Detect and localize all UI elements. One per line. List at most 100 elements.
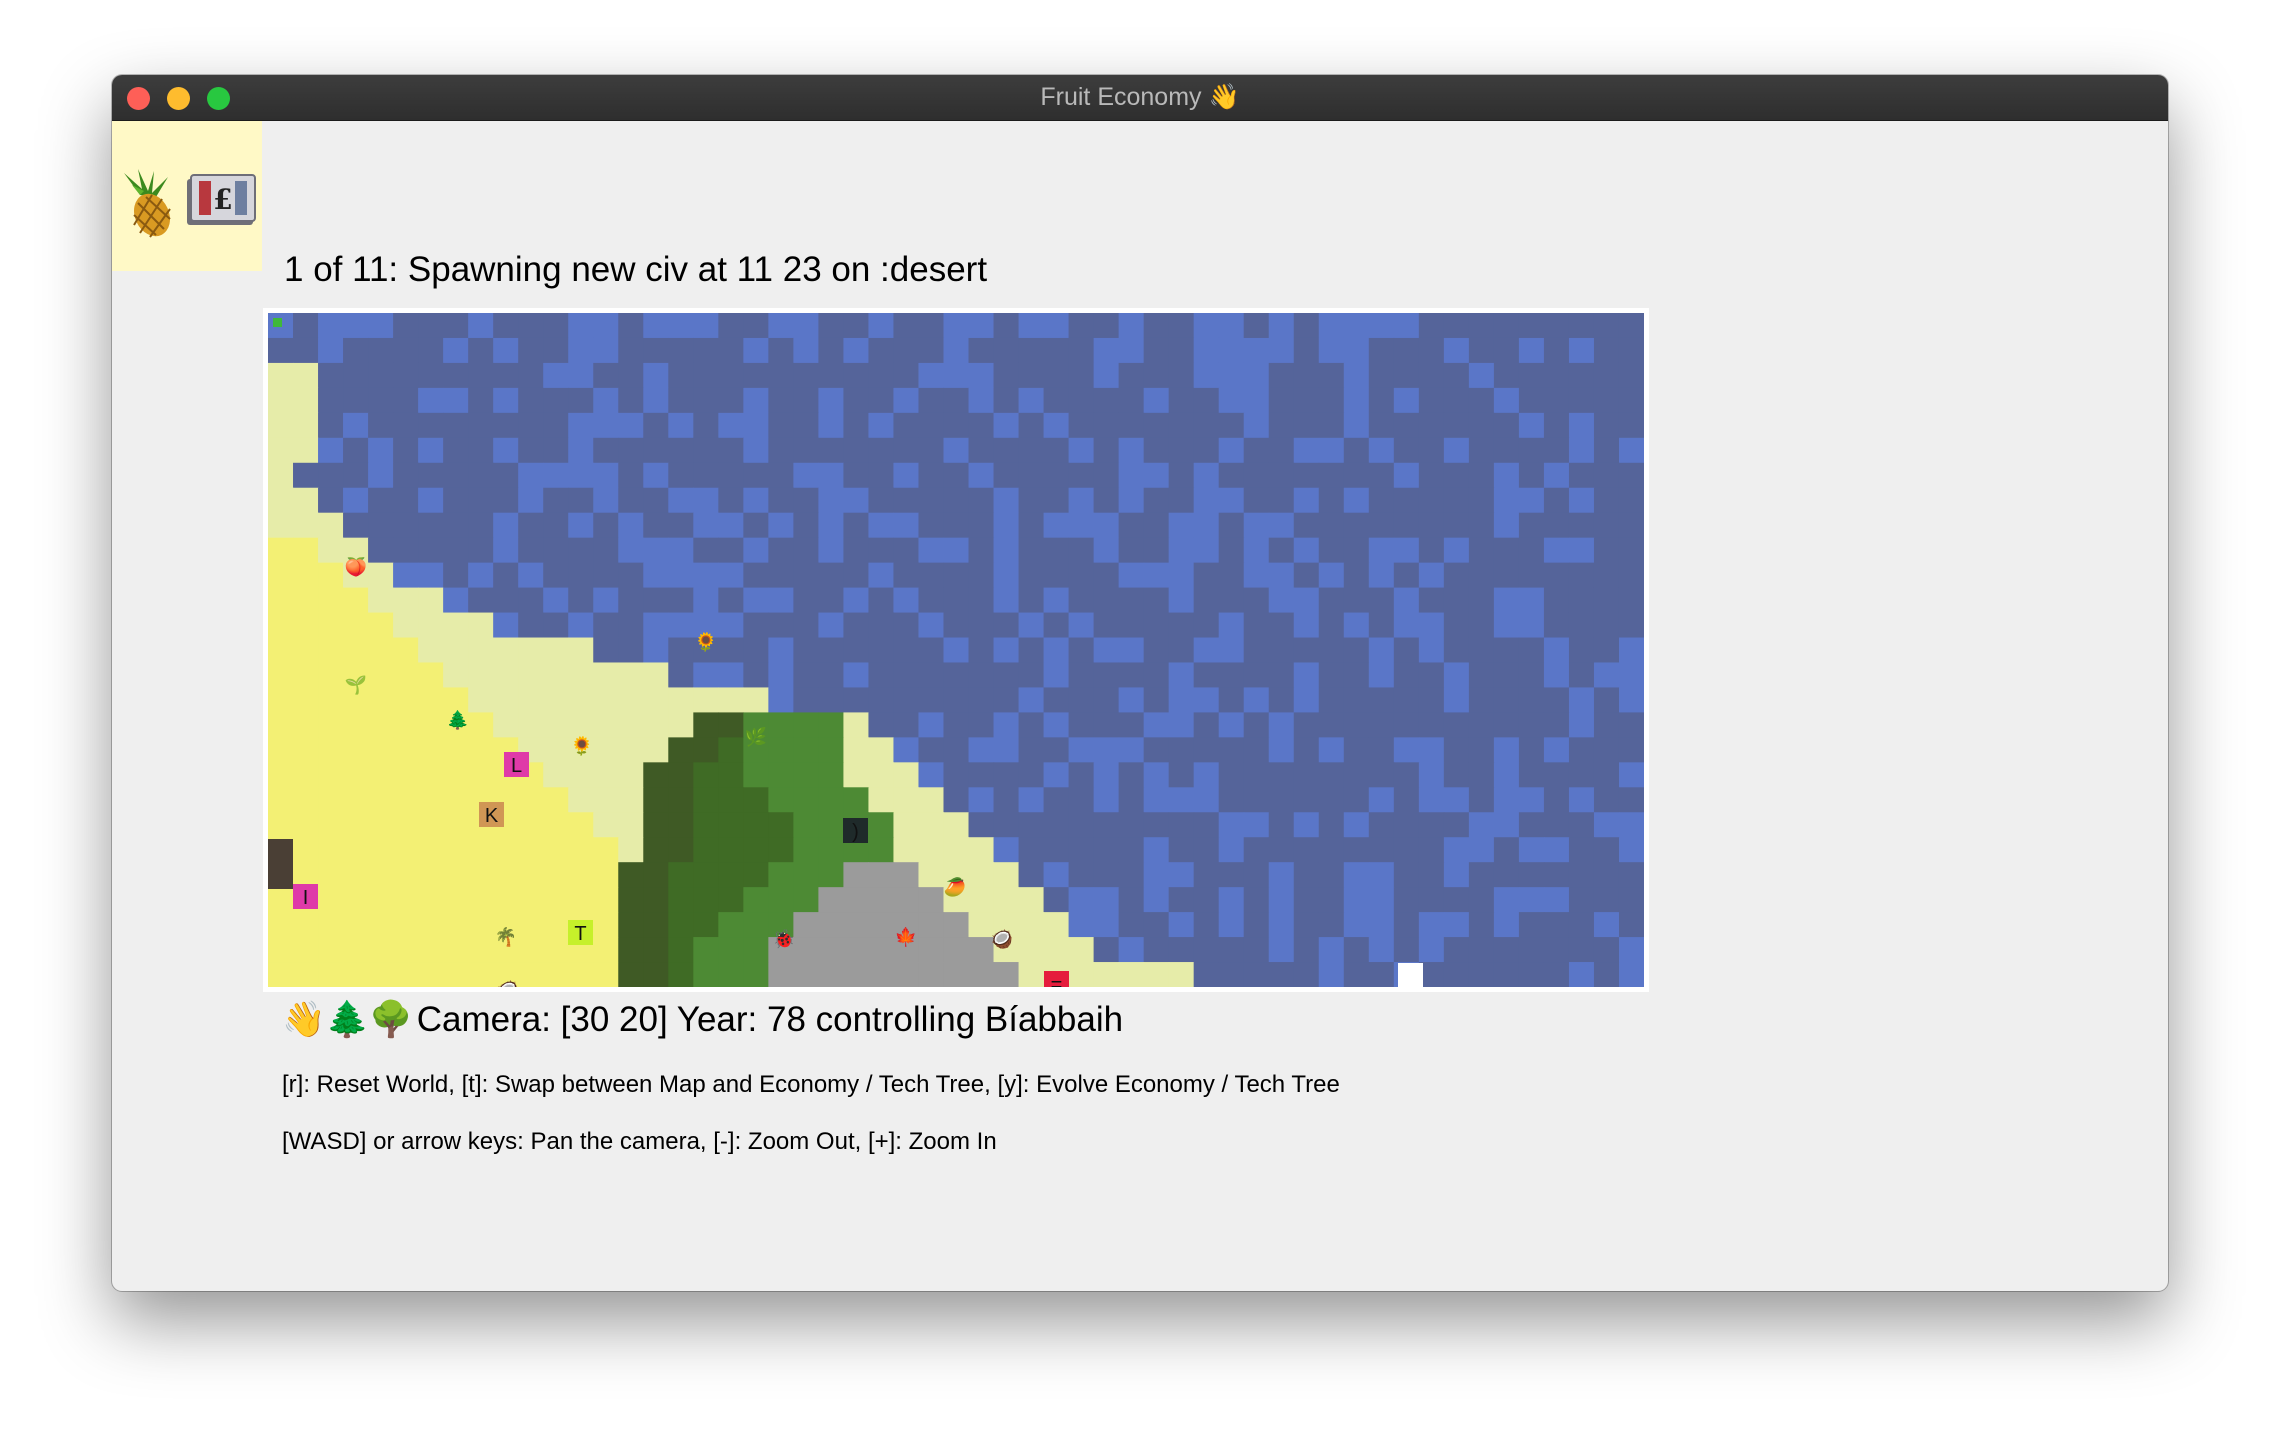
map-tile	[768, 313, 794, 339]
map-tile	[1443, 387, 1470, 414]
map-tile	[968, 337, 995, 364]
civ-label-tile[interactable]: K	[479, 802, 504, 827]
map-tile	[1068, 512, 1095, 539]
map-tile	[1118, 412, 1145, 439]
map-tile	[1068, 887, 1095, 913]
civ-label-tile[interactable]: I	[293, 884, 318, 909]
map-tile	[1493, 512, 1520, 539]
map-tile	[1343, 412, 1370, 439]
map-tile	[1118, 712, 1145, 738]
civ-label-tile[interactable]: =	[1044, 971, 1069, 987]
map-tile	[1393, 587, 1420, 614]
map-tile	[1518, 662, 1545, 689]
map-tile	[1418, 787, 1445, 813]
map-tile	[318, 762, 344, 788]
map-tile	[1593, 762, 1620, 788]
map-tile	[1018, 662, 1045, 689]
map-tile	[643, 662, 669, 689]
map-tile	[1593, 862, 1620, 888]
map-tile	[743, 313, 769, 339]
civ-label-tile[interactable]: T	[568, 920, 593, 945]
map-tile	[943, 437, 970, 464]
map-tile	[1043, 712, 1070, 738]
map-tile	[1443, 737, 1470, 763]
map-tile	[1368, 712, 1395, 738]
world-map-frame: L K I T =) 🍑 🌻 🌱 🌲 🌻 🌿 🌴 🥥 🥭 🥥 🍁 🐞	[263, 308, 1649, 992]
map-tile	[443, 537, 469, 564]
map-tile	[1368, 662, 1395, 689]
map-tile	[1193, 313, 1220, 339]
map-tile	[468, 662, 494, 689]
map-tile	[793, 562, 819, 589]
map-tile	[1593, 687, 1620, 713]
world-map[interactable]: L K I T =) 🍑 🌻 🌱 🌲 🌻 🌿 🌴 🥥 🥭 🥥 🍁 🐞	[268, 313, 1644, 987]
help-keys-camera: [WASD] or arrow keys: Pan the camera, [-…	[282, 1128, 997, 1155]
map-tile	[293, 587, 319, 614]
map-tile	[543, 662, 569, 689]
map-tile	[993, 737, 1020, 763]
map-tile	[1093, 862, 1120, 888]
map-tile	[1543, 537, 1570, 564]
map-tile	[1368, 587, 1395, 614]
map-tile	[1268, 712, 1295, 738]
map-tile	[1368, 362, 1395, 389]
map-tile	[1018, 962, 1045, 987]
map-tile	[1343, 887, 1370, 913]
map-tile	[343, 313, 369, 339]
map-tile	[1018, 737, 1045, 763]
map-tile	[793, 512, 819, 539]
map-tile	[1193, 687, 1220, 713]
map-tile	[1343, 462, 1370, 489]
map-tile	[1368, 462, 1395, 489]
map-tile	[768, 412, 794, 439]
map-tile	[543, 787, 569, 813]
map-tile	[1318, 837, 1345, 863]
map-tile	[868, 687, 895, 713]
map-tile	[1268, 862, 1295, 888]
map-tile	[793, 537, 819, 564]
map-tile	[393, 387, 419, 414]
map-tile	[593, 562, 619, 589]
map-tile	[1618, 762, 1644, 788]
map-tile	[318, 787, 344, 813]
map-tile	[843, 862, 870, 888]
map-tile	[1443, 313, 1470, 339]
map-tile	[1543, 662, 1570, 689]
map-tile	[993, 662, 1020, 689]
map-tile	[768, 887, 794, 913]
map-tile	[1518, 937, 1545, 963]
map-tile	[1243, 712, 1270, 738]
map-tile	[618, 512, 644, 539]
map-tile	[468, 362, 494, 389]
civ-label-tile[interactable]: L	[504, 752, 529, 777]
map-tile	[518, 912, 544, 938]
map-tile	[1568, 837, 1595, 863]
map-tile	[1493, 537, 1520, 564]
map-tile	[618, 637, 644, 664]
map-tile	[1393, 937, 1420, 963]
map-tile	[1443, 937, 1470, 963]
map-tile	[568, 787, 594, 813]
map-tile	[1293, 762, 1320, 788]
map-tile	[1468, 687, 1495, 713]
map-tile	[543, 362, 569, 389]
app-content: £ 1 of 11: Spawning new civ at 11 23 on …	[112, 121, 2168, 1291]
map-tile	[1118, 313, 1145, 339]
map-tile	[593, 512, 619, 539]
map-tile	[293, 337, 319, 364]
map-tile	[668, 837, 694, 863]
map-tile	[1368, 762, 1395, 788]
map-tile	[568, 512, 594, 539]
map-tile	[268, 337, 294, 364]
svg-text:£: £	[213, 183, 232, 216]
map-tile	[793, 587, 819, 614]
map-tile	[1268, 337, 1295, 364]
map-tile	[943, 387, 970, 414]
map-tile	[593, 487, 619, 514]
civ-label-tile[interactable]: )	[843, 818, 868, 843]
map-tile	[943, 537, 970, 564]
map-tile	[818, 487, 845, 514]
map-tile	[518, 637, 544, 664]
map-tile	[268, 362, 294, 389]
map-tile	[1193, 437, 1220, 464]
